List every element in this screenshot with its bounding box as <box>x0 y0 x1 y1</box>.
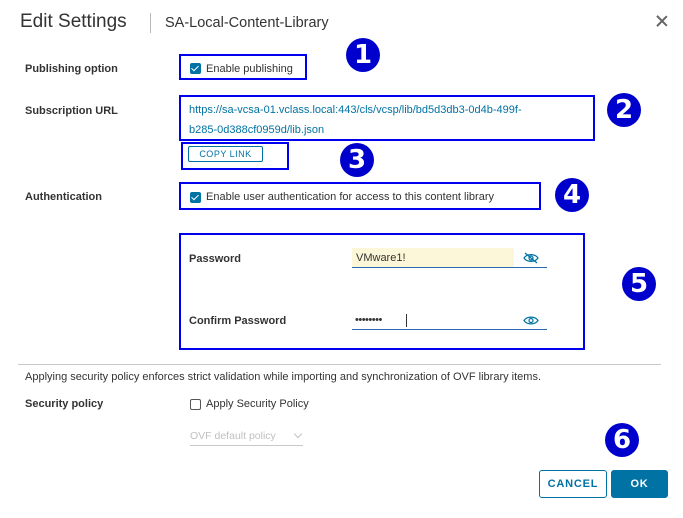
text-cursor <box>406 314 407 327</box>
confirm-password-value: •••••••• <box>355 314 382 326</box>
cancel-button[interactable]: CANCEL <box>539 470 607 498</box>
dialog-subtitle: SA-Local-Content-Library <box>165 15 329 31</box>
copy-link-button[interactable]: COPY LINK <box>188 146 263 162</box>
subscription-url-line1: https://sa-vcsa-01.vclass.local:443/cls/… <box>189 104 522 116</box>
enable-publishing-label[interactable]: Enable publishing <box>206 63 293 75</box>
password-input[interactable]: VMware1! <box>352 248 514 268</box>
chevron-down-icon <box>293 429 303 439</box>
ok-button[interactable]: OK <box>611 470 668 498</box>
password-label: Password <box>189 253 241 265</box>
security-policy-label: Security policy <box>25 398 104 410</box>
apply-security-policy-label[interactable]: Apply Security Policy <box>206 398 309 410</box>
annotation-badge-3: 3 <box>340 143 374 177</box>
close-icon[interactable] <box>654 13 670 29</box>
confirm-password-visibility-toggle[interactable] <box>514 310 547 330</box>
subscription-url-line2: b285-0d388cf0959d/lib.json <box>189 124 325 136</box>
apply-security-policy-checkbox[interactable] <box>190 399 201 410</box>
security-policy-select-value: OVF default policy <box>190 430 276 442</box>
annotation-badge-6: 6 <box>605 423 639 457</box>
authentication-label: Authentication <box>25 191 102 203</box>
subscription-url-label: Subscription URL <box>25 105 118 117</box>
annotation-badge-1: 1 <box>346 38 380 72</box>
dialog-title: Edit Settings <box>20 11 127 32</box>
section-divider <box>18 364 661 365</box>
password-value: VMware1! <box>356 252 406 264</box>
security-policy-notice: Applying security policy enforces strict… <box>25 371 541 383</box>
confirm-password-label: Confirm Password <box>189 315 287 327</box>
eye-icon <box>523 316 539 325</box>
publishing-option-label: Publishing option <box>25 63 118 75</box>
annotation-badge-5: 5 <box>622 267 656 301</box>
annotation-badge-4: 4 <box>555 178 589 212</box>
annotation-badge-2: 2 <box>607 93 641 127</box>
enable-authentication-checkbox[interactable] <box>190 192 201 203</box>
password-visibility-toggle[interactable] <box>514 248 547 268</box>
title-divider <box>150 13 151 33</box>
enable-authentication-label[interactable]: Enable user authentication for access to… <box>206 191 494 203</box>
confirm-password-input[interactable]: •••••••• <box>352 310 514 330</box>
enable-publishing-checkbox[interactable] <box>190 63 201 74</box>
eye-off-icon <box>523 252 539 264</box>
security-policy-select: OVF default policy <box>190 429 303 446</box>
